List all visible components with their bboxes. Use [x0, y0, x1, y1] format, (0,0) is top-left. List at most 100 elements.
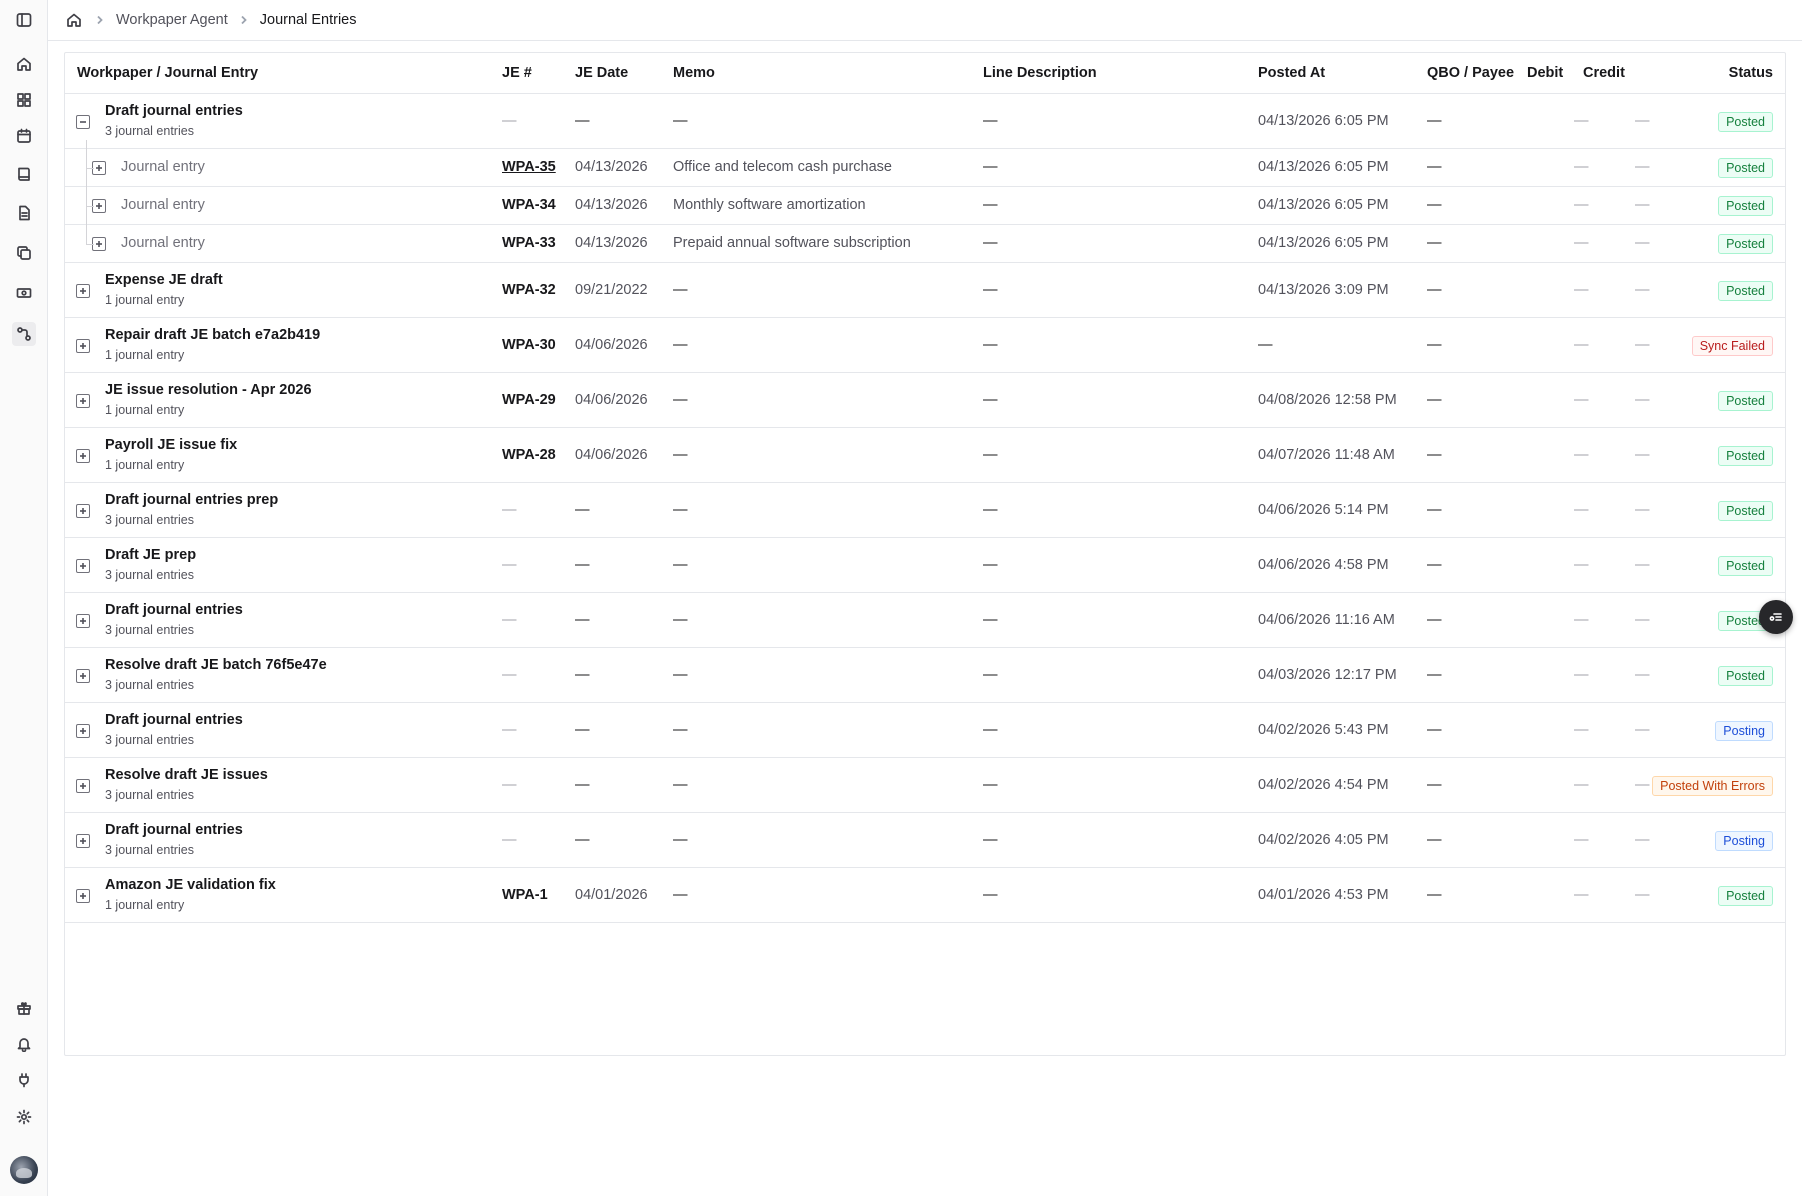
column-header-line-description[interactable]: Line Description [983, 53, 1097, 94]
workpaper-title[interactable]: Repair draft JE batch e7a2b419 [105, 327, 320, 343]
workpaper-title[interactable]: Draft journal entries [105, 712, 243, 728]
gear-icon[interactable] [14, 1107, 34, 1127]
expand-icon[interactable] [76, 448, 90, 463]
qbo-payee: — [1427, 197, 1442, 213]
collapse-icon[interactable] [76, 114, 90, 129]
table-row[interactable]: Payroll JE issue fix 1 journal entry WPA-2… [65, 428, 1785, 483]
gift-icon[interactable] [14, 998, 34, 1018]
debit: — [1574, 446, 1589, 463]
table-row[interactable]: Draft journal entries prep 3 journal entr… [65, 483, 1785, 538]
workpaper-title[interactable]: Expense JE draft [105, 272, 223, 288]
je-number[interactable]: WPA-30 [502, 337, 556, 353]
debit: — [1574, 611, 1589, 628]
table-row[interactable]: Resolve draft JE batch 76f5e47e 3 journal… [65, 648, 1785, 703]
expand-icon[interactable] [76, 338, 90, 353]
document-icon[interactable] [14, 203, 34, 223]
table-row[interactable]: JE issue resolution - Apr 2026 1 journal … [65, 373, 1785, 428]
column-header-status[interactable]: Status [1729, 53, 1773, 94]
column-header-memo[interactable]: Memo [673, 53, 715, 94]
credit: — [1635, 776, 1650, 793]
workpaper-title[interactable]: Resolve draft JE issues [105, 767, 268, 783]
child-table-row[interactable]: Journal entry WPA-35 04/13/2026 Office and … [65, 149, 1785, 187]
column-header-je-date[interactable]: JE Date [575, 53, 628, 94]
column-header-debit[interactable]: Debit [1527, 53, 1563, 94]
je-number[interactable]: WPA-33 [502, 235, 556, 251]
expand-icon[interactable] [76, 668, 90, 683]
qbo-payee: — [1427, 556, 1442, 573]
dashboard-icon[interactable] [14, 90, 34, 110]
credit: — [1635, 159, 1650, 175]
je-date: — [575, 112, 590, 129]
table-row[interactable]: Amazon JE validation fix 1 journal entry W… [65, 868, 1785, 923]
avatar[interactable] [10, 1156, 38, 1184]
table-row[interactable]: Expense JE draft 1 journal entry WPA-32 09/… [65, 263, 1785, 318]
home-icon[interactable] [14, 54, 34, 74]
copy-icon[interactable] [14, 243, 34, 263]
je-number: — [502, 776, 517, 793]
qbo-payee: — [1427, 112, 1442, 129]
expand-icon[interactable] [92, 237, 106, 251]
workpaper-title[interactable]: Draft JE prep [105, 547, 196, 563]
expand-icon[interactable] [76, 833, 90, 848]
plug-icon[interactable] [14, 1070, 34, 1090]
table-row[interactable]: Draft journal entries 3 journal entries — —… [65, 593, 1785, 648]
table-row[interactable]: Draft journal entries 3 journal entries — —… [65, 94, 1785, 149]
workpaper-title[interactable]: Draft journal entries [105, 602, 243, 618]
workpaper-title[interactable]: Amazon JE validation fix [105, 877, 276, 893]
line-description: — [983, 666, 998, 683]
line-description: — [983, 159, 998, 175]
column-header-credit[interactable]: Credit [1583, 53, 1625, 94]
book-icon[interactable] [14, 164, 34, 184]
column-header-entry[interactable]: Workpaper / Journal Entry [77, 53, 258, 94]
table-row[interactable]: Repair draft JE batch e7a2b419 1 journal … [65, 318, 1785, 373]
expand-icon[interactable] [76, 778, 90, 793]
je-number[interactable]: WPA-29 [502, 392, 556, 408]
cash-icon[interactable] [14, 283, 34, 303]
debit: — [1574, 336, 1589, 353]
filter-list-button[interactable] [1759, 600, 1793, 634]
posted-at: 04/13/2026 6:05 PM [1258, 159, 1389, 175]
workpaper-title[interactable]: Draft journal entries prep [105, 492, 278, 508]
home-breadcrumb-icon[interactable] [64, 10, 84, 30]
je-number[interactable]: WPA-34 [502, 197, 556, 213]
je-date: — [575, 556, 590, 573]
expand-icon[interactable] [76, 393, 90, 408]
table-row[interactable]: Resolve draft JE issues 3 journal entries… [65, 758, 1785, 813]
sidebar-toggle-icon[interactable] [14, 10, 34, 30]
expand-icon[interactable] [76, 558, 90, 573]
breadcrumb-workpaper-agent[interactable]: Workpaper Agent [116, 12, 228, 28]
qbo-payee: — [1427, 611, 1442, 628]
child-table-row[interactable]: Journal entry WPA-33 04/13/2026 Prepaid ann… [65, 225, 1785, 263]
je-number[interactable]: WPA-32 [502, 282, 556, 298]
workflow-icon[interactable] [12, 322, 36, 346]
column-header-je-number[interactable]: JE # [502, 53, 532, 94]
workpaper-title[interactable]: Draft journal entries [105, 822, 243, 838]
expand-icon[interactable] [76, 723, 90, 738]
qbo-payee: — [1427, 721, 1442, 738]
column-header-qbo-payee[interactable]: QBO / Payee [1427, 53, 1514, 94]
table-row[interactable]: Draft JE prep 3 journal entries — — — — 04/06/… [65, 538, 1785, 593]
workpaper-title[interactable]: Payroll JE issue fix [105, 437, 237, 453]
bell-icon[interactable] [14, 1034, 34, 1054]
column-header-posted-at[interactable]: Posted At [1258, 53, 1325, 94]
workpaper-title[interactable]: JE issue resolution - Apr 2026 [105, 382, 312, 398]
memo: — [673, 391, 688, 408]
je-number[interactable]: WPA-35 [502, 159, 556, 175]
line-description: — [983, 281, 998, 298]
child-table-row[interactable]: Journal entry WPA-34 04/13/2026 Monthly sof… [65, 187, 1785, 225]
je-number[interactable]: WPA-1 [502, 887, 548, 903]
calendar-icon[interactable] [14, 126, 34, 146]
expand-icon[interactable] [76, 283, 90, 298]
expand-icon[interactable] [92, 199, 106, 213]
expand-icon[interactable] [76, 888, 90, 903]
expand-icon[interactable] [76, 613, 90, 628]
workpaper-title[interactable]: Resolve draft JE batch 76f5e47e [105, 657, 327, 673]
table-row[interactable]: Draft journal entries 3 journal entries — —… [65, 703, 1785, 758]
expand-icon[interactable] [92, 161, 106, 175]
table-row[interactable]: Draft journal entries 3 journal entries — —… [65, 813, 1785, 868]
je-number[interactable]: WPA-28 [502, 447, 556, 463]
debit: — [1574, 886, 1589, 903]
workpaper-title[interactable]: Draft journal entries [105, 103, 243, 119]
je-date: 04/06/2026 [575, 336, 648, 353]
expand-icon[interactable] [76, 503, 90, 518]
